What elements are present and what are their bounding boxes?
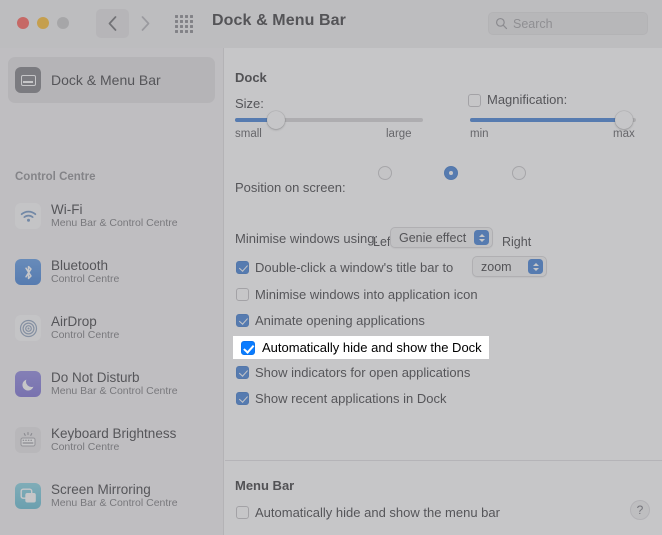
dock-size-label: Size: (235, 96, 264, 111)
dock-size-min-label: small (235, 128, 262, 140)
position-label-right: Right (502, 235, 531, 249)
keyboard-brightness-icon (15, 427, 41, 453)
grid-view-icon[interactable] (172, 14, 196, 34)
show-recent-apps-label: Show recent applications in Dock (255, 391, 447, 406)
back-arrow-icon[interactable] (96, 9, 129, 38)
search-icon (495, 17, 508, 30)
auto-hide-dock-label: Automatically hide and show the Dock (262, 340, 482, 355)
main-pane: Dock Size: small large Magnification: mi… (225, 48, 662, 535)
double-click-action-value: zoom (473, 260, 512, 274)
sidebar-item-sublabel: Menu Bar & Control Centre (51, 217, 178, 230)
minimise-using-label: Minimise windows using: (235, 231, 378, 246)
position-radio-right[interactable] (512, 166, 526, 180)
section-divider (225, 460, 662, 461)
window-content: Dock & Menu Bar Control Centre Wi-Fi Men… (0, 48, 662, 535)
traffic-light-buttons (17, 17, 69, 29)
position-radio-left[interactable] (378, 166, 392, 180)
sidebar-item-sublabel: Menu Bar & Control Centre (51, 497, 178, 510)
menu-bar-section-title: Menu Bar (235, 478, 294, 493)
animate-opening-apps-label: Animate opening applications (255, 313, 425, 328)
sidebar-item-bluetooth[interactable]: Bluetooth Control Centre (8, 249, 215, 295)
dock-section-title: Dock (235, 70, 267, 85)
do-not-disturb-icon (15, 371, 41, 397)
sidebar-item-label: Keyboard Brightness (51, 426, 176, 441)
chevron-updown-icon (474, 230, 489, 245)
minimise-effect-popup[interactable]: Genie effect (390, 227, 493, 248)
show-indicators-label: Show indicators for open applications (255, 365, 470, 380)
sidebar-group-header: Control Centre (15, 171, 96, 183)
close-button[interactable] (17, 17, 29, 29)
system-preferences-window: Dock & Menu Bar Search Dock & Menu Bar C… (0, 0, 662, 535)
sidebar-item-display[interactable]: Display Menu Bar & Control Centre (8, 529, 215, 535)
minimise-button[interactable] (37, 17, 49, 29)
magnification-min-label: min (470, 128, 489, 140)
dock-size-slider[interactable] (235, 118, 423, 122)
screen-mirroring-icon (15, 483, 41, 509)
sidebar-item-label: Do Not Disturb (51, 370, 178, 385)
forward-arrow-icon[interactable] (129, 9, 162, 38)
sidebar-item-label: AirDrop (51, 314, 119, 329)
sidebar-item-airdrop[interactable]: AirDrop Control Centre (8, 305, 215, 351)
sidebar-item-label: Screen Mirroring (51, 482, 178, 497)
window-titlebar: Dock & Menu Bar Search (0, 0, 662, 48)
navigation-buttons (96, 9, 162, 38)
position-radio-bottom[interactable] (444, 166, 458, 180)
dock-position-label: Position on screen: (235, 180, 346, 195)
minimise-into-app-icon-label: Minimise windows into application icon (255, 287, 478, 302)
sidebar-item-label: Bluetooth (51, 258, 119, 273)
auto-hide-menu-bar-label: Automatically hide and show the menu bar (255, 505, 500, 520)
sidebar-item-dock-menu-bar[interactable]: Dock & Menu Bar (8, 57, 215, 103)
auto-hide-dock-highlighted-row[interactable]: Automatically hide and show the Dock (233, 336, 489, 359)
show-recent-apps-checkbox[interactable] (236, 392, 249, 405)
sidebar-item-wi-fi[interactable]: Wi-Fi Menu Bar & Control Centre (8, 193, 215, 239)
auto-hide-menu-bar-checkbox[interactable] (236, 506, 249, 519)
chevron-updown-icon (528, 259, 543, 274)
double-click-title-bar-label: Double-click a window's title bar to (255, 260, 453, 275)
sidebar-item-label: Wi-Fi (51, 202, 178, 217)
sidebar: Dock & Menu Bar Control Centre Wi-Fi Men… (0, 48, 224, 535)
sidebar-item-sublabel: Menu Bar & Control Centre (51, 385, 178, 398)
help-button[interactable]: ? (630, 500, 650, 520)
zoom-button (57, 17, 69, 29)
sidebar-item-screen-mirroring[interactable]: Screen Mirroring Menu Bar & Control Cent… (8, 473, 215, 519)
search-input[interactable]: Search (488, 12, 648, 35)
sidebar-item-do-not-disturb[interactable]: Do Not Disturb Menu Bar & Control Centre (8, 361, 215, 407)
double-click-action-popup[interactable]: zoom (472, 256, 547, 277)
magnification-max-label: max (613, 128, 635, 140)
animate-opening-apps-checkbox[interactable] (236, 314, 249, 327)
magnification-label: Magnification: (487, 92, 567, 107)
bluetooth-icon (15, 259, 41, 285)
double-click-title-bar-checkbox[interactable] (236, 261, 249, 274)
sidebar-item-sublabel: Control Centre (51, 441, 176, 454)
minimise-effect-value: Genie effect (391, 231, 466, 245)
dock-size-max-label: large (386, 128, 412, 140)
dock-menu-bar-icon (15, 67, 41, 93)
sidebar-item-sublabel: Control Centre (51, 329, 119, 342)
wifi-icon (15, 203, 41, 229)
magnification-checkbox[interactable] (468, 94, 481, 107)
sidebar-item-label: Dock & Menu Bar (51, 73, 161, 88)
magnification-slider[interactable] (470, 118, 636, 122)
show-indicators-checkbox[interactable] (236, 366, 249, 379)
page-title: Dock & Menu Bar (212, 12, 346, 30)
sidebar-item-keyboard-brightness[interactable]: Keyboard Brightness Control Centre (8, 417, 215, 463)
airdrop-icon (15, 315, 41, 341)
search-placeholder: Search (513, 17, 553, 31)
auto-hide-dock-checkbox[interactable] (241, 341, 255, 355)
sidebar-item-sublabel: Control Centre (51, 273, 119, 286)
minimise-into-app-icon-checkbox[interactable] (236, 288, 249, 301)
